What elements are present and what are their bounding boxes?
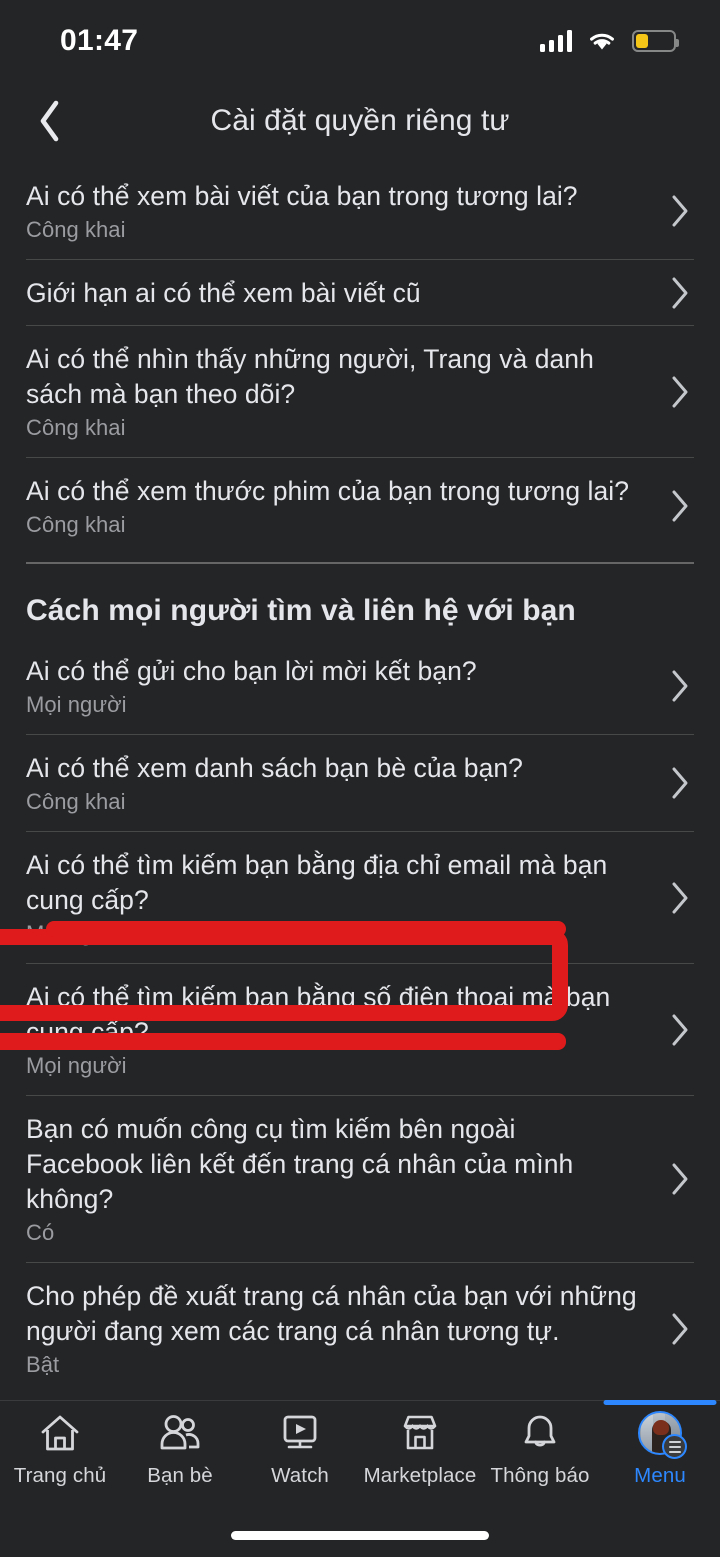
hamburger-badge-icon [662,1434,687,1459]
status-bar-time: 01:47 [60,24,139,57]
nav-label: Thông báo [490,1464,590,1487]
profile-avatar-hamburger-icon [638,1411,687,1459]
phone-screen: 01:47 Cài đặt quyền riêng tư Ai có thể x… [0,0,720,1557]
list-item[interactable]: Ai có thể gửi cho bạn lời mời kết bạn? M… [0,638,720,734]
nav-item-menu[interactable]: Menu [600,1400,720,1488]
row-value: Mọi người [26,921,127,946]
row-value: Công khai [26,217,126,242]
row-value: Công khai [26,789,126,814]
status-bar: 01:47 [0,0,720,78]
chevron-right-icon [638,375,694,409]
list-item[interactable]: Cho phép đề xuất trang cá nhân của bạn v… [0,1263,720,1394]
row-text: Cho phép đề xuất trang cá nhân của bạn v… [26,1263,638,1394]
chevron-left-icon [40,100,59,141]
row-value: Công khai [26,512,126,537]
row-value: Bật [26,1352,60,1377]
bell-icon [520,1411,560,1455]
row-title: Cho phép đề xuất trang cá nhân của bạn v… [26,1281,637,1346]
nav-label: Bạn bè [147,1464,213,1487]
nav-label: Watch [271,1464,329,1487]
chevron-right-icon [638,766,694,800]
settings-list: Ai có thể xem bài viết của bạn trong tươ… [0,163,720,1400]
row-text: Ai có thể gửi cho bạn lời mời kết bạn? M… [26,638,638,734]
row-title: Giới hạn ai có thể xem bài viết cũ [26,278,421,308]
row-text: Giới hạn ai có thể xem bài viết cũ [26,260,638,325]
row-value: Mọi người [26,692,127,717]
row-title: Ai có thể nhìn thấy những người, Trang v… [26,344,594,409]
chevron-right-icon [638,881,694,915]
section-heading: Cách mọi người tìm và liên hệ với bạn [26,594,576,627]
nav-item-notifications[interactable]: Thông báo [480,1411,600,1488]
nav-item-watch[interactable]: Watch [240,1411,360,1488]
row-value: Mọi người [26,1053,127,1078]
friends-icon [158,1411,202,1455]
nav-label: Trang chủ [13,1464,107,1487]
chevron-right-icon [638,489,694,523]
page-header: Cài đặt quyền riêng tư [0,78,720,163]
bottom-navigation: Trang chủ Bạn bè Watch Marketplace Thông… [0,1400,720,1557]
home-indicator[interactable] [231,1531,489,1540]
row-text: Ai có thể nhìn thấy những người, Trang v… [26,326,638,457]
list-item[interactable]: Ai có thể xem bài viết của bạn trong tươ… [0,163,720,259]
chevron-right-icon [638,1312,694,1346]
battery-icon [632,30,679,52]
chevron-right-icon [638,276,694,310]
active-tab-indicator [603,1400,717,1405]
nav-item-marketplace[interactable]: Marketplace [360,1411,480,1488]
list-item[interactable]: Giới hạn ai có thể xem bài viết cũ [0,260,720,325]
row-value: Công khai [26,415,126,440]
row-title: Ai có thể gửi cho bạn lời mời kết bạn? [26,656,477,686]
row-text: Ai có thể xem bài viết của bạn trong tươ… [26,163,638,259]
row-title: Bạn có muốn công cụ tìm kiếm bên ngoài F… [26,1114,574,1214]
signal-icon [539,30,572,52]
row-title: Ai có thể xem thước phim của bạn trong t… [26,476,629,506]
list-item[interactable]: Ai có thể tìm kiếm bạn bằng địa chỉ emai… [0,832,720,963]
row-value: Có [26,1220,55,1245]
list-item[interactable]: Ai có thể xem thước phim của bạn trong t… [0,458,720,554]
marketplace-store-icon [399,1411,441,1455]
status-bar-indicators [539,30,679,52]
watch-play-icon [279,1411,321,1455]
row-title: Ai có thể tìm kiếm bạn bằng số điện thoạ… [26,982,611,1047]
wifi-icon [590,33,614,50]
chevron-right-icon [638,1013,694,1047]
nav-item-home[interactable]: Trang chủ [0,1411,120,1488]
list-item[interactable]: Ai có thể tìm kiếm bạn bằng số điện thoạ… [0,964,720,1095]
row-text: Ai có thể xem thước phim của bạn trong t… [26,458,638,554]
list-item[interactable]: Bạn có muốn công cụ tìm kiếm bên ngoài F… [0,1096,720,1262]
chevron-right-icon [638,194,694,228]
row-title: Ai có thể xem bài viết của bạn trong tươ… [26,181,578,211]
row-text: Ai có thể xem danh sách bạn bè của bạn? … [26,735,638,831]
row-text: Bạn có muốn công cụ tìm kiếm bên ngoài F… [26,1096,638,1262]
row-title: Ai có thể tìm kiếm bạn bằng địa chỉ emai… [26,850,608,915]
row-text: Ai có thể tìm kiếm bạn bằng số điện thoạ… [26,964,638,1095]
page-title: Cài đặt quyền riêng tư [210,103,510,137]
row-title: Ai có thể xem danh sách bạn bè của bạn? [26,753,523,783]
list-item[interactable]: Ai có thể nhìn thấy những người, Trang v… [0,326,720,457]
back-button[interactable] [0,78,100,163]
chevron-right-icon [638,669,694,703]
chevron-right-icon [638,1162,694,1196]
nav-label: Marketplace [363,1464,477,1487]
list-item-highlighted[interactable]: Ai có thể xem danh sách bạn bè của bạn? … [0,735,720,831]
nav-label: Menu [634,1464,686,1487]
nav-item-friends[interactable]: Bạn bè [120,1411,240,1488]
row-text: Ai có thể tìm kiếm bạn bằng địa chỉ emai… [26,832,638,963]
home-icon [39,1411,81,1455]
